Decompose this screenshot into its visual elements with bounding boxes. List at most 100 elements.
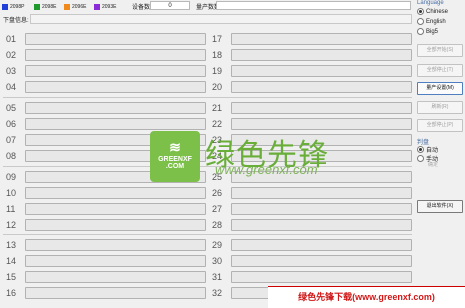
device-count-label: 设备数: bbox=[132, 5, 152, 11]
port-number: 31 bbox=[212, 272, 223, 282]
port-status-bar bbox=[25, 239, 206, 251]
download-info-field bbox=[30, 14, 412, 24]
group-divider bbox=[3, 234, 412, 235]
legend-swatch bbox=[2, 4, 8, 10]
language-english-radio[interactable]: English bbox=[417, 18, 446, 25]
site-banner: 绿色先锋下载(www.greenxf.com) bbox=[268, 286, 465, 308]
port-number: 08 bbox=[6, 151, 17, 161]
port-number: 12 bbox=[6, 220, 17, 230]
port-number: 27 bbox=[212, 204, 223, 214]
port-number: 11 bbox=[6, 204, 16, 214]
port-number: 14 bbox=[6, 256, 17, 266]
port-number: 15 bbox=[6, 272, 17, 282]
language-title: Language bbox=[417, 0, 444, 6]
radio-icon bbox=[417, 28, 424, 35]
port-status-bar bbox=[231, 255, 412, 267]
watermark-logo: ≋ GREENXF .COM bbox=[150, 131, 200, 182]
legend-swatch bbox=[64, 4, 70, 10]
stop-all-secondary-button[interactable]: 全部停止(P) bbox=[417, 119, 463, 132]
port-status-bar bbox=[231, 239, 412, 251]
legend-label: 2098P bbox=[10, 4, 25, 10]
production-count-field bbox=[216, 1, 411, 10]
legend-swatch bbox=[34, 4, 40, 10]
port-status-bar bbox=[25, 49, 206, 61]
legend-label: 2098E bbox=[42, 4, 57, 10]
control-panel: Language Chinese English Big5 全部开始(S) 全部… bbox=[414, 0, 465, 307]
port-status-bar bbox=[231, 203, 412, 215]
port-number: 01 bbox=[6, 34, 17, 44]
port-number: 09 bbox=[6, 172, 17, 182]
port-number: 16 bbox=[6, 288, 17, 298]
port-number: 03 bbox=[6, 66, 17, 76]
top-bar: 2098P 2098E 2096E 2093E 设备数: 0 量产数数: bbox=[0, 0, 414, 13]
port-status-bar bbox=[231, 81, 412, 93]
port-status-bar bbox=[25, 65, 206, 77]
production-settings-button[interactable]: 量产设置(M) bbox=[417, 82, 463, 95]
port-status-bar bbox=[231, 187, 412, 199]
port-status-bar bbox=[231, 33, 412, 45]
radio-icon bbox=[417, 155, 424, 162]
refresh-button[interactable]: 刷新(R) bbox=[417, 101, 463, 114]
port-number: 02 bbox=[6, 50, 17, 60]
port-number: 26 bbox=[212, 188, 223, 198]
port-status-bar bbox=[231, 118, 412, 130]
port-status-bar bbox=[25, 118, 206, 130]
stop-all-button[interactable]: 全部停止(T) bbox=[417, 64, 463, 77]
port-number: 07 bbox=[6, 135, 17, 145]
wifi-icon: ≋ bbox=[169, 139, 181, 155]
legend-2096e: 2096E bbox=[64, 3, 86, 11]
port-number: 28 bbox=[212, 220, 223, 230]
radio-icon bbox=[417, 18, 424, 25]
port-status-bar bbox=[231, 102, 412, 114]
port-status-bar bbox=[231, 65, 412, 77]
exit-button[interactable]: 退出软件(X) bbox=[417, 200, 463, 213]
device-count-field: 0 bbox=[150, 1, 190, 10]
download-info-label: 下盘信息: bbox=[3, 18, 29, 24]
confirm-label: 确定 bbox=[428, 162, 439, 168]
port-number: 32 bbox=[212, 288, 223, 298]
port-number: 04 bbox=[6, 82, 17, 92]
port-number: 18 bbox=[212, 50, 223, 60]
port-status-bar bbox=[231, 49, 412, 61]
port-status-bar bbox=[25, 219, 206, 231]
radio-selected-icon bbox=[417, 146, 424, 153]
mode-auto-radio[interactable]: 自动 bbox=[417, 145, 438, 154]
port-number: 06 bbox=[6, 119, 17, 129]
port-number: 10 bbox=[6, 188, 17, 198]
port-number: 17 bbox=[212, 34, 223, 44]
legend-label: 2093E bbox=[102, 4, 117, 10]
radio-selected-icon bbox=[417, 8, 424, 15]
port-number: 29 bbox=[212, 240, 223, 250]
port-status-bar bbox=[25, 287, 206, 299]
port-status-bar bbox=[231, 271, 412, 283]
watermark-url: www.greenxf.com bbox=[215, 162, 318, 177]
legend-2098e: 2098E bbox=[34, 3, 56, 11]
port-status-bar bbox=[25, 81, 206, 93]
port-number: 30 bbox=[212, 256, 223, 266]
port-number: 21 bbox=[212, 103, 223, 113]
radio-label: 自动 bbox=[426, 148, 439, 154]
port-number: 20 bbox=[212, 82, 223, 92]
legend-2098p: 2098P bbox=[2, 3, 24, 11]
port-status-bar bbox=[25, 255, 206, 267]
legend-2093e: 2093E bbox=[94, 3, 116, 11]
group-divider bbox=[3, 97, 412, 98]
port-status-bar bbox=[25, 187, 206, 199]
port-number: 13 bbox=[6, 240, 17, 250]
legend-label: 2096E bbox=[72, 4, 87, 10]
port-status-bar bbox=[25, 271, 206, 283]
port-status-bar bbox=[25, 203, 206, 215]
port-number: 05 bbox=[6, 103, 17, 113]
language-big5-radio[interactable]: Big5 bbox=[417, 28, 438, 35]
port-status-bar bbox=[231, 219, 412, 231]
port-status-bar bbox=[25, 33, 206, 45]
port-number: 19 bbox=[212, 66, 223, 76]
port-status-bar bbox=[25, 102, 206, 114]
watermark-logo-text: GREENXF .COM bbox=[158, 156, 192, 170]
language-chinese-radio[interactable]: Chinese bbox=[417, 8, 448, 15]
start-all-button[interactable]: 全部开始(S) bbox=[417, 44, 463, 57]
radio-label: Chinese bbox=[426, 8, 449, 15]
radio-label: English bbox=[426, 18, 446, 25]
radio-label: Big5 bbox=[426, 28, 439, 35]
legend-swatch bbox=[94, 4, 100, 10]
